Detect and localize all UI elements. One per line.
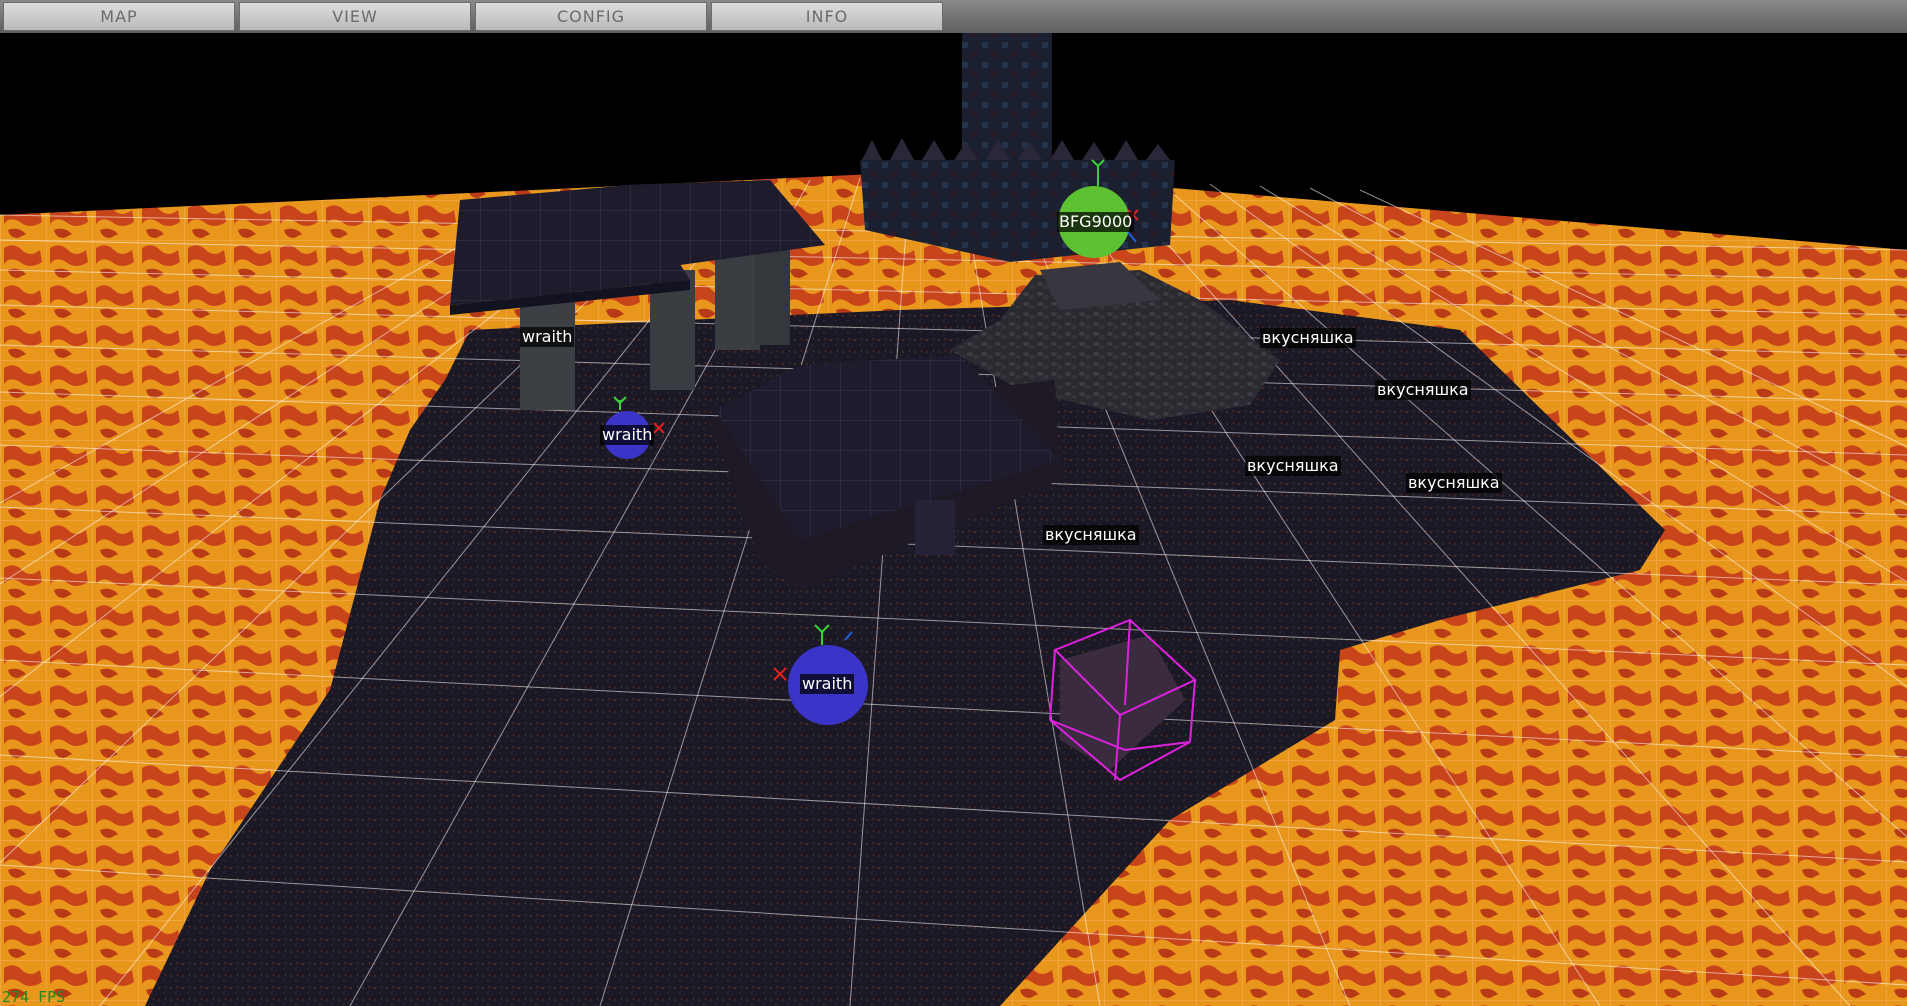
menu-bar: MAP VIEW CONFIG INFO (0, 0, 1907, 33)
wraith-mid-label: wraith (600, 425, 655, 445)
pickup-label: вкусняшка (1406, 473, 1502, 493)
pickup-label: вкусняшка (1245, 456, 1341, 476)
bfg9000-label: BFG9000 (1057, 212, 1135, 232)
wraith-front-label: wraith (800, 674, 855, 694)
config-menu-button[interactable]: CONFIG (475, 2, 707, 31)
info-menu-button[interactable]: INFO (711, 2, 943, 31)
pickup-label: вкусняшка (1375, 380, 1471, 400)
view-menu-button[interactable]: VIEW (239, 2, 471, 31)
scene-render (0, 33, 1907, 1006)
fps-counter: 274 FPS (2, 988, 66, 1006)
3d-viewport[interactable]: BFG9000 wraith wraith wraith вкусняшка в… (0, 33, 1907, 1006)
wraith-back-label: wraith (520, 327, 575, 347)
editor-window: MAP VIEW CONFIG INFO BFG9000 wraith wrai… (0, 0, 1907, 1006)
pickup-label: вкусняшка (1260, 328, 1356, 348)
map-menu-button[interactable]: MAP (3, 2, 235, 31)
pickup-label: вкусняшка (1043, 525, 1139, 545)
